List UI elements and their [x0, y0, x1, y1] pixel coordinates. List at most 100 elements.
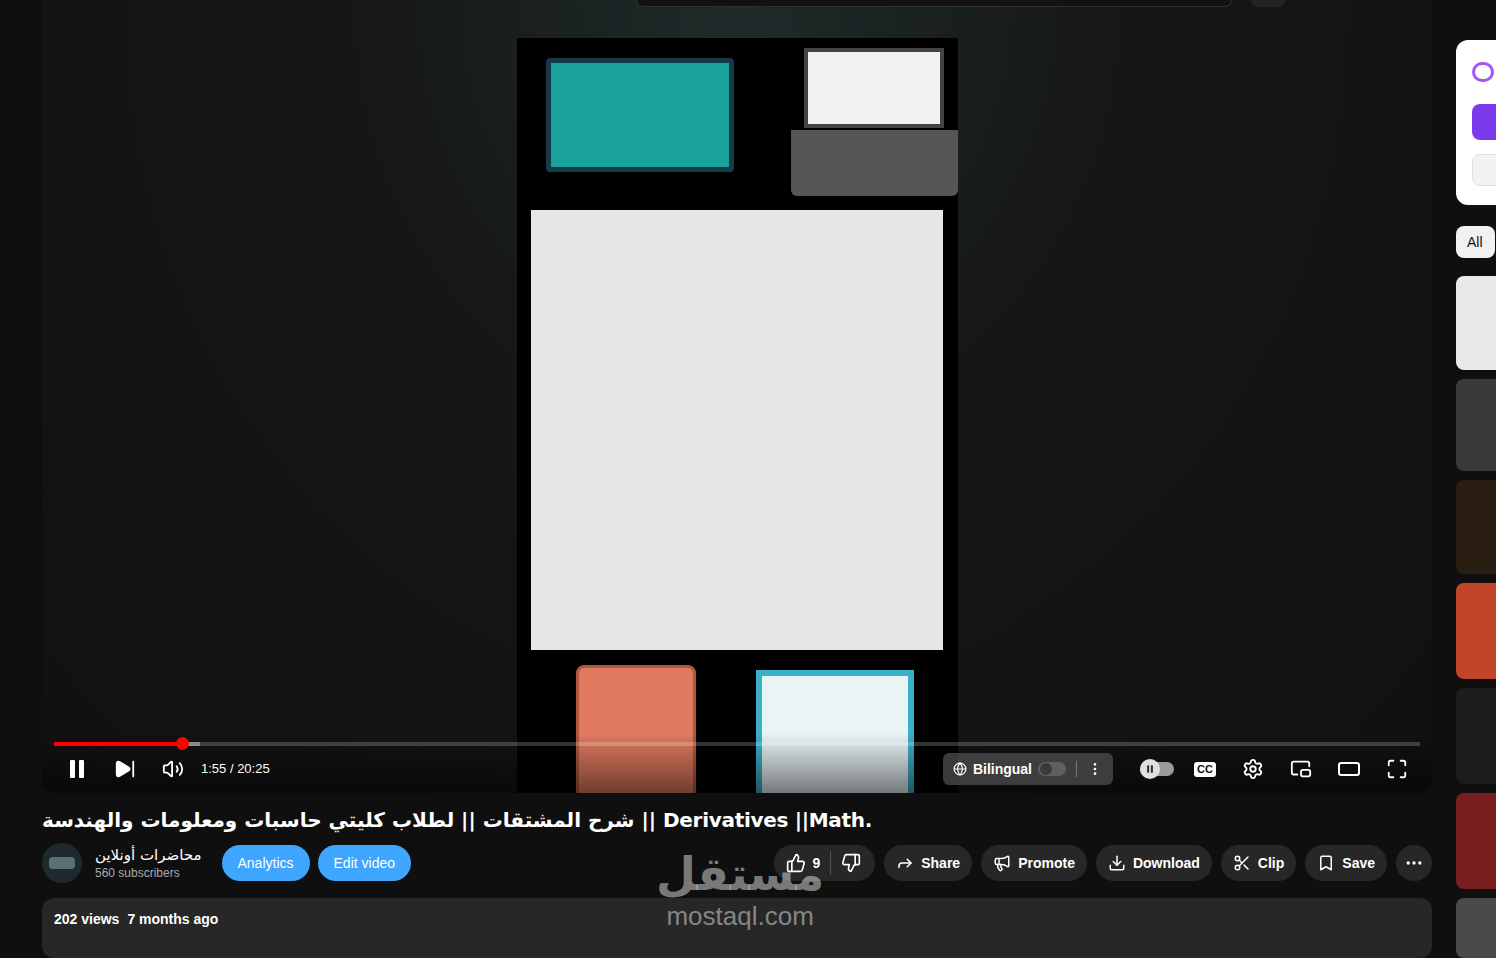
action-label: Share — [921, 853, 960, 874]
thumbnail-green-red[interactable] — [1456, 793, 1496, 889]
like-button[interactable]: 9 — [774, 853, 830, 874]
autoplay-knob — [1140, 759, 1160, 779]
action-buttons: 9 Share Promote Download Clip Save — [774, 845, 1432, 881]
thumbs-up-icon — [786, 853, 806, 873]
frame-chalkboard — [546, 58, 734, 172]
filter-chip[interactable]: All — [1456, 226, 1495, 258]
translate-icon — [953, 762, 967, 776]
action-button[interactable]: Save — [1305, 845, 1387, 881]
pause-button[interactable] — [53, 754, 101, 784]
theater-button[interactable] — [1325, 754, 1373, 784]
thumbnail-grey[interactable] — [1456, 379, 1496, 471]
gear-icon — [1242, 758, 1264, 780]
miniplayer-icon — [1290, 758, 1312, 780]
progress-played — [54, 742, 182, 746]
promote-icon — [993, 854, 1011, 872]
like-dislike-pill: 9 — [774, 845, 875, 881]
promo-brain-icon — [1472, 62, 1494, 82]
description-box[interactable]: 202 views 7 months ago — [42, 898, 1432, 958]
laptop-screen — [804, 48, 944, 128]
next-button[interactable] — [101, 754, 149, 784]
watermark: مستقلmostaql.com — [656, 846, 824, 930]
action-button[interactable]: Share — [884, 845, 972, 881]
next-icon — [114, 758, 136, 780]
sidebar-promo-card[interactable] — [1456, 40, 1496, 205]
controls-row: 1:55 / 20:25 Bilingual CC — [53, 754, 1421, 784]
promo-button[interactable] — [1472, 104, 1496, 140]
video-title: شرح المشتقات || لطلاب كليتي حاسبات ومعلو… — [42, 806, 1432, 834]
thumbnail-integral[interactable] — [1456, 276, 1496, 370]
captions-label: CC — [1194, 762, 1216, 777]
channel-info: محاضرات أونلاين560 subscribers — [95, 845, 202, 881]
sidebar: All — [1456, 0, 1496, 958]
action-label: Clip — [1258, 853, 1284, 874]
channel-row: محاضرات أونلاين560 subscribers AnalyticsE… — [42, 843, 1432, 883]
action-button[interactable]: Clip — [1221, 845, 1296, 881]
miniplayer-button[interactable] — [1277, 754, 1325, 784]
video-frame — [517, 38, 958, 793]
promo-secondary[interactable] — [1472, 154, 1496, 186]
thumbs-down-icon — [841, 853, 861, 873]
channel-avatar[interactable] — [42, 843, 82, 883]
subscriber-count: 560 subscribers — [95, 865, 202, 881]
video-player[interactable]: 1:55 / 20:25 Bilingual CC — [42, 0, 1432, 793]
save-icon — [1317, 854, 1335, 872]
youtube-watch-page: 1:55 / 20:25 Bilingual CC شرح المشتقات || ل… — [0, 0, 1496, 958]
search-bar-edge[interactable] — [636, 0, 1232, 7]
thumbnail-bottom[interactable] — [1456, 898, 1496, 958]
autoplay-track — [1140, 762, 1174, 776]
channel-name[interactable]: محاضرات أونلاين — [95, 845, 202, 865]
owner-button[interactable]: Analytics — [222, 845, 310, 881]
upload-date: 7 months ago — [127, 909, 218, 929]
owner-button[interactable]: Edit video — [318, 845, 411, 881]
pause-icon — [65, 757, 89, 781]
more-icon — [1404, 853, 1424, 873]
owner-buttons: AnalyticsEdit video — [222, 845, 412, 881]
chip-row: All — [1456, 226, 1496, 258]
progress-bar[interactable] — [54, 742, 1420, 746]
controls-right: Bilingual CC — [943, 753, 1421, 785]
autoplay-toggle[interactable] — [1133, 754, 1181, 784]
frame-laptop — [791, 48, 958, 198]
thumbnail-red[interactable] — [1456, 688, 1496, 784]
volume-icon — [162, 758, 184, 780]
volume-button[interactable] — [149, 754, 197, 784]
action-button[interactable]: Promote — [981, 845, 1087, 881]
progress-scrubber[interactable] — [176, 737, 189, 750]
frame-notebook — [531, 210, 943, 650]
more-vertical-icon — [1087, 761, 1103, 777]
action-button[interactable]: Download — [1096, 845, 1212, 881]
bilingual-pill[interactable]: Bilingual — [943, 753, 1113, 785]
share-icon — [896, 854, 914, 872]
toggle-knob — [1040, 763, 1052, 775]
bilingual-label: Bilingual — [973, 759, 1032, 780]
clip-icon — [1233, 854, 1251, 872]
more-actions-button[interactable] — [1396, 845, 1432, 881]
main-column: 1:55 / 20:25 Bilingual CC شرح المشتقات || ل… — [0, 0, 1432, 958]
search-mic-edge[interactable] — [1251, 0, 1285, 7]
settings-button[interactable] — [1229, 754, 1277, 784]
bilingual-toggle[interactable] — [1038, 762, 1066, 776]
action-label: Promote — [1018, 853, 1075, 874]
view-count: 202 views — [54, 909, 119, 929]
dislike-button[interactable] — [831, 853, 875, 873]
player-controls: 1:55 / 20:25 Bilingual CC — [42, 733, 1432, 793]
like-divider — [830, 851, 831, 875]
time-display: 1:55 / 20:25 — [201, 759, 270, 779]
action-label: Download — [1133, 853, 1200, 874]
thumbnail-orange[interactable] — [1456, 583, 1496, 679]
watermark-arabic: مستقل — [656, 846, 824, 902]
captions-button[interactable]: CC — [1181, 754, 1229, 784]
pill-divider — [1076, 761, 1077, 777]
like-count: 9 — [812, 853, 820, 874]
autoplay-pause-icon — [1145, 764, 1155, 774]
description-meta: 202 views 7 months ago — [54, 909, 1420, 929]
download-icon — [1108, 854, 1126, 872]
recommendation-list — [1456, 276, 1496, 958]
fullscreen-button[interactable] — [1373, 754, 1421, 784]
theater-icon — [1337, 757, 1361, 781]
avatar-graphic — [49, 857, 75, 869]
thumbnail-dark[interactable] — [1456, 480, 1496, 574]
fullscreen-icon — [1386, 758, 1408, 780]
action-label: Save — [1342, 853, 1375, 874]
